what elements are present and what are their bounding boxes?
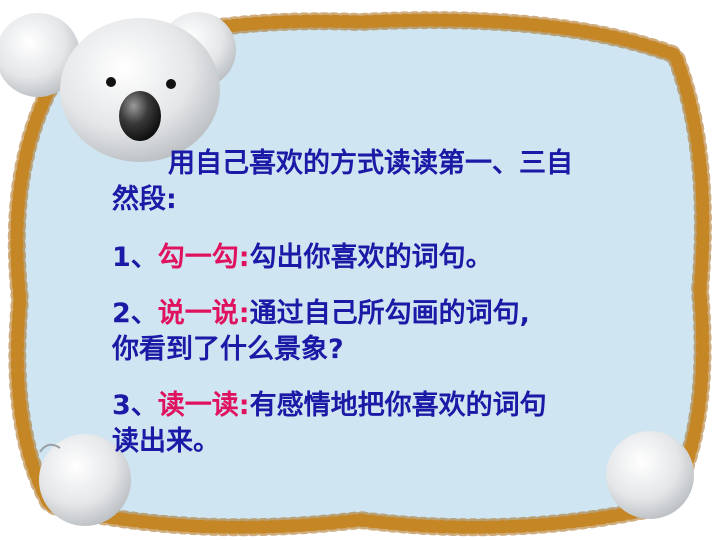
item-2: 2、说一说:通过自己所勾画的词句, [112,296,652,332]
intro-line-1: 用自己喜欢的方式读读第一、三自 [112,146,652,182]
item-1-text: 勾出你喜欢的词句。 [249,242,493,273]
item-3-text: 有感情地把你喜欢的词句 [249,390,547,421]
item-2-keyword: 说一说: [157,298,250,329]
item-2-continued: 你看到了什么景象? [112,334,344,365]
item-3-keyword: 读一读: [157,390,250,421]
item-2-text: 通过自己所勾画的词句, [249,298,530,329]
item-1-number: 1、 [112,242,158,273]
koala-eye-right [166,79,176,89]
koala-nose [119,91,161,141]
intro-line-2: 然段: [112,184,177,215]
item-1-keyword: 勾一勾: [157,242,250,273]
item-1: 1、勾一勾:勾出你喜欢的词句。 [112,240,652,276]
item-3-continued: 读出来。 [112,426,220,457]
item-2-number: 2、 [112,298,158,329]
item-3: 3、读一读:有感情地把你喜欢的词句 [112,388,652,424]
intro-text-1: 用自己喜欢的方式读读第一、三自 [168,148,573,179]
item-3-number: 3、 [112,390,158,421]
koala-eye-left [106,77,116,87]
